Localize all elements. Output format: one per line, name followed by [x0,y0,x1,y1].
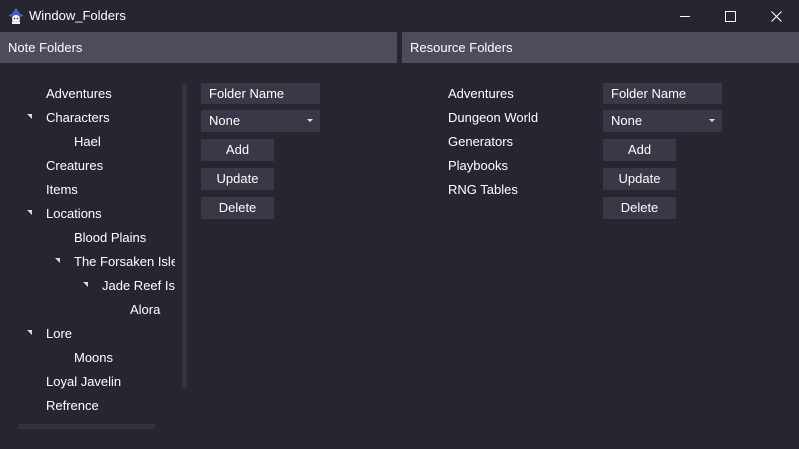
expand-arrow-icon[interactable] [83,282,88,287]
chevron-down-icon [307,119,313,122]
close-button[interactable] [753,0,799,32]
tree-item[interactable]: Jade Reef Island [102,274,175,298]
note-add-button[interactable]: Add [201,139,274,161]
tree-item[interactable]: Hael [74,130,101,154]
expand-arrow-icon[interactable] [27,114,32,119]
tree-item[interactable]: Items [46,178,78,202]
resource-delete-button[interactable]: Delete [603,197,676,219]
close-icon [770,10,782,22]
title-bar[interactable]: Window_Folders [0,0,799,32]
tree-item[interactable]: Locations [46,202,102,226]
note-delete-button[interactable]: Delete [201,197,274,219]
tree-item[interactable]: The Forsaken Isles [74,250,175,274]
tree-item[interactable]: Creatures [46,154,103,178]
list-item[interactable]: Playbooks [448,154,508,178]
resource-update-button[interactable]: Update [603,168,676,190]
tree-horizontal-scrollbar[interactable] [18,424,155,429]
note-folders-header: Note Folders [0,32,397,63]
expand-arrow-icon[interactable] [55,258,60,263]
note-folder-name-input[interactable]: Folder Name [201,83,320,104]
list-item[interactable]: RNG Tables [448,178,518,202]
note-folders-tree[interactable]: Adventures Characters Hael Creatures Ite… [0,80,175,420]
resource-folders-header: Resource Folders [402,32,799,63]
resource-add-button[interactable]: Add [603,139,676,161]
window-title: Window_Folders [29,8,126,23]
wizard-hat-icon [9,8,23,24]
tree-item[interactable]: Characters [46,106,110,130]
resource-folder-name-input[interactable]: Folder Name [603,83,722,104]
list-item[interactable]: Generators [448,130,513,154]
note-update-button[interactable]: Update [201,168,274,190]
tree-item[interactable]: Moons [74,346,113,370]
maximize-icon [724,10,736,22]
minimize-button[interactable] [662,0,708,32]
tree-vertical-scrollbar[interactable] [182,83,187,389]
maximize-button[interactable] [707,0,753,32]
tree-item[interactable]: Lore [46,322,72,346]
tree-item[interactable]: Alora [130,298,160,322]
resource-parent-folder-select[interactable]: None [603,110,722,132]
note-parent-folder-select[interactable]: None [201,110,320,132]
minimize-icon [680,16,690,17]
folders-window: Window_Folders Note Folders Resource Fol… [0,0,799,449]
tree-item[interactable]: Loyal Javelin [46,370,121,394]
tree-item[interactable]: Blood Plains [74,226,146,250]
expand-arrow-icon[interactable] [27,210,32,215]
tree-item[interactable]: Refrence [46,394,99,418]
list-item[interactable]: Adventures [448,82,514,106]
tree-item[interactable]: Adventures [46,82,112,106]
chevron-down-icon [709,119,715,122]
expand-arrow-icon[interactable] [27,330,32,335]
list-item[interactable]: Dungeon World [448,106,538,130]
